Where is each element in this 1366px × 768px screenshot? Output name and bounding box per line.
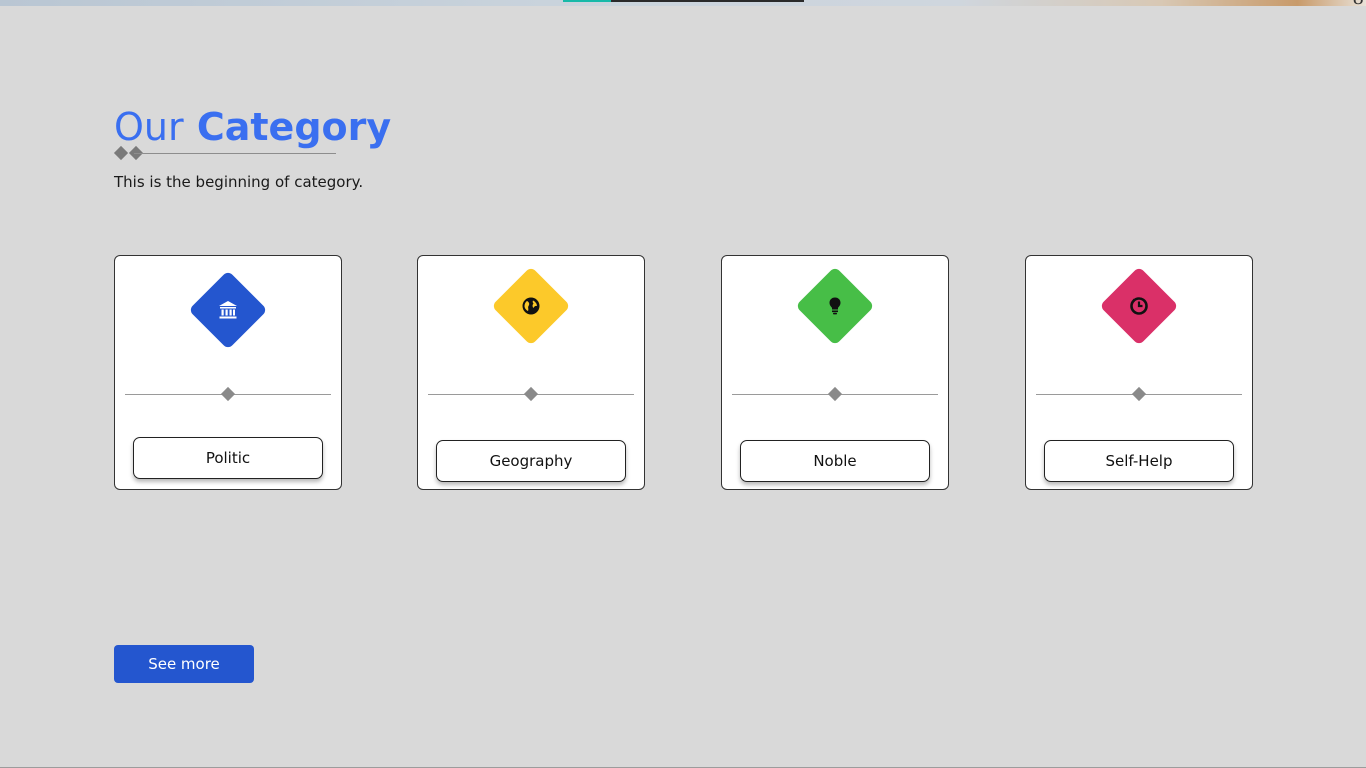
category-button-noble[interactable]: Noble [740,440,930,482]
category-card-noble[interactable]: Noble [721,255,949,490]
header-corner-text: 8 [1353,0,1364,8]
section-subtitle: This is the beginning of category. [114,173,364,191]
card-divider-diamond [1131,386,1147,402]
category-card-politic[interactable]: Politic [114,255,342,490]
section-title-regular: Our [114,105,184,149]
category-button-self-help[interactable]: Self-Help [1044,440,1234,482]
ornament-diamond [113,145,129,161]
section-title: Our Category [114,104,391,150]
category-card-self-help[interactable]: Self-Help [1025,255,1253,490]
header-image-strip: 8 [0,0,1366,8]
see-more-button[interactable]: See more [114,645,254,683]
card-divider-diamond [523,386,539,402]
ornament-line [134,153,336,154]
category-card-geography[interactable]: Geography [417,255,645,490]
globe-icon [518,293,544,319]
header-dark-line [611,0,804,2]
lightbulb-icon [822,293,848,319]
card-divider-diamond [827,386,843,402]
section-title-bold: Category [196,105,392,149]
title-underline-ornament [113,145,338,161]
header-accent-line [563,0,611,2]
clock-icon [1126,293,1152,319]
card-divider-diamond [220,386,236,402]
category-button-geography[interactable]: Geography [436,440,626,482]
category-button-politic[interactable]: Politic [133,437,323,479]
bank-icon [215,297,241,323]
